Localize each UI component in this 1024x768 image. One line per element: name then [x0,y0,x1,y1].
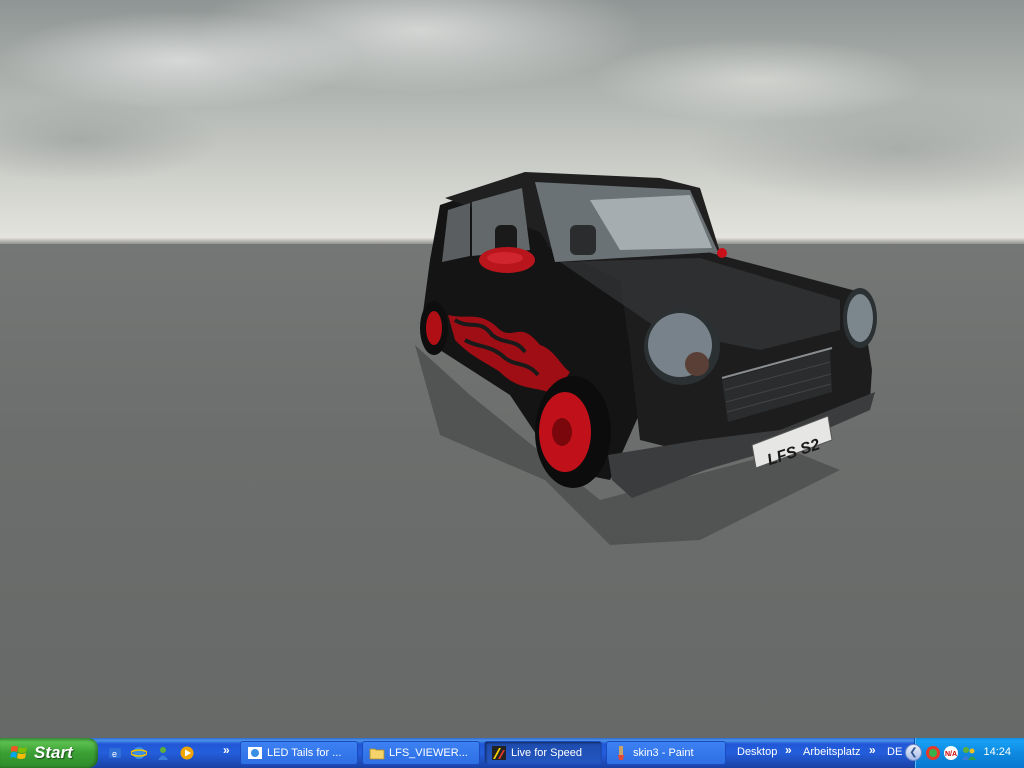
language-indicator[interactable]: DE [887,746,902,758]
system-tray: ❮ N/A 14:24 [905,738,1024,768]
task-button-led-tails[interactable]: LED Tails for ... [240,741,358,765]
task-button-lfs-viewer[interactable]: LFS_VIEWER... [362,741,480,765]
internet-explorer-icon[interactable] [130,744,148,762]
task-label: skin3 - Paint [633,747,694,759]
task-label: LED Tails for ... [267,747,342,759]
antivirus-icon[interactable] [925,745,941,761]
car-model: LFS S2 [415,172,877,545]
arbeitsplatz-toolbar-overflow[interactable]: » [869,743,876,757]
desktop-toolbar[interactable]: Desktop [737,746,777,758]
taskbar: Start e » LED Tails for ... LFS_VIEWER..… [0,738,1024,768]
tray-expand-icon[interactable]: ❮ [905,744,922,761]
task-label: Live for Speed [511,747,582,759]
network-users-icon[interactable] [961,745,977,761]
outlook-icon[interactable]: e [106,744,124,762]
messenger-icon[interactable] [154,744,172,762]
svg-text:N/A: N/A [945,751,957,758]
quick-launch-overflow[interactable]: » [223,743,230,757]
start-label: Start [34,743,73,762]
paint-icon [618,746,624,760]
system-clock[interactable]: 14:24 [983,746,1011,758]
svg-text:e: e [112,749,117,759]
nvidia-icon[interactable]: N/A [943,745,959,761]
quick-launch-bar: e [106,744,196,762]
start-button[interactable]: Start [0,738,98,768]
task-button-paint[interactable]: skin3 - Paint [606,741,726,765]
viewer-viewport[interactable]: LFS S2 [0,0,1024,738]
task-label: LFS_VIEWER... [389,747,468,759]
lfs-icon [492,746,506,760]
task-button-live-for-speed[interactable]: Live for Speed [484,741,602,765]
arbeitsplatz-toolbar[interactable]: Arbeitsplatz [803,746,860,758]
windows-logo-icon [10,746,27,759]
browser-icon [248,747,262,759]
desktop-toolbar-overflow[interactable]: » [785,743,792,757]
folder-icon [369,748,385,760]
media-player-icon[interactable] [178,744,196,762]
